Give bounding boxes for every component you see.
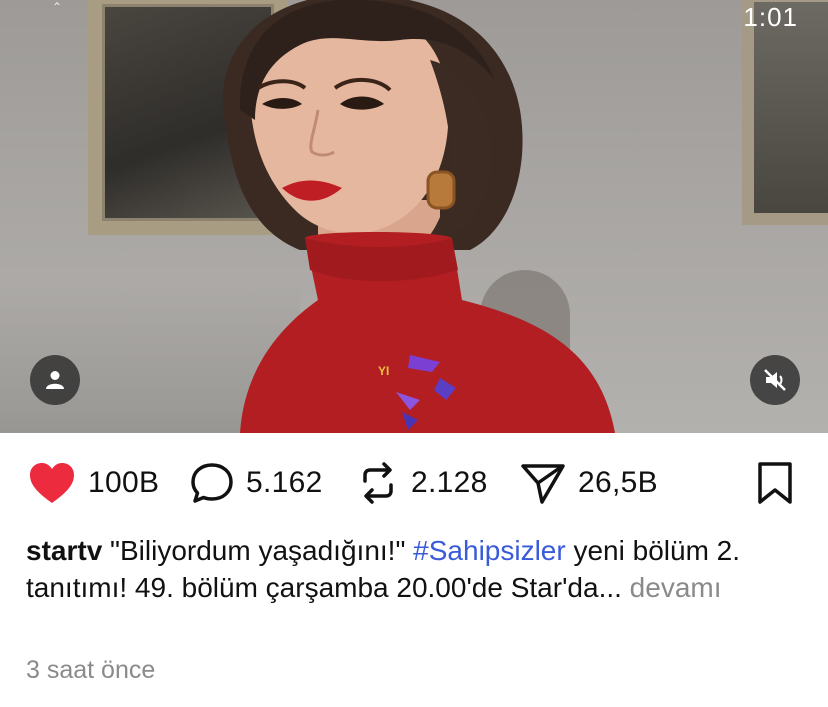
video-player[interactable]: ⌃ YI 1:01 xyxy=(0,0,828,433)
read-more-link[interactable]: devamı xyxy=(622,572,722,603)
post-caption: startv "Biliyordum yaşadığını!" #Sahipsi… xyxy=(26,532,806,606)
heart-icon xyxy=(30,463,74,503)
like-button[interactable]: 100B xyxy=(28,461,159,505)
comment-button[interactable]: 5.162 xyxy=(190,461,323,505)
repost-icon xyxy=(363,462,393,504)
send-icon xyxy=(521,464,565,504)
video-timer: 1:01 xyxy=(743,2,798,32)
top-logo-mark: ⌃ xyxy=(52,0,63,14)
share-button[interactable]: 26,5B xyxy=(520,461,658,505)
tagged-user-button[interactable] xyxy=(30,355,80,405)
speaker-muted-icon xyxy=(764,369,786,391)
comment-count: 5.162 xyxy=(246,466,323,499)
bookmark-icon xyxy=(758,462,792,504)
repost-button[interactable]: 2.128 xyxy=(357,461,488,505)
caption-text: "Biliyordum yaşadığını!" xyxy=(110,535,414,566)
save-button[interactable] xyxy=(755,461,795,510)
user-icon xyxy=(46,371,64,389)
mute-toggle-button[interactable] xyxy=(750,355,800,405)
comment-bubble-icon xyxy=(191,463,233,503)
channel-logo-text: YI xyxy=(378,364,390,378)
video-frame-person xyxy=(223,0,615,433)
post-actions-bar: 100B 5.162 2.128 26,5B xyxy=(0,455,828,511)
share-count: 26,5B xyxy=(578,466,658,499)
post-timestamp: 3 saat önce xyxy=(26,656,156,684)
repost-count: 2.128 xyxy=(411,466,488,499)
post-username[interactable]: startv xyxy=(26,535,102,566)
like-count: 100B xyxy=(88,466,160,499)
caption-hashtag[interactable]: #Sahipsizler xyxy=(413,535,566,566)
